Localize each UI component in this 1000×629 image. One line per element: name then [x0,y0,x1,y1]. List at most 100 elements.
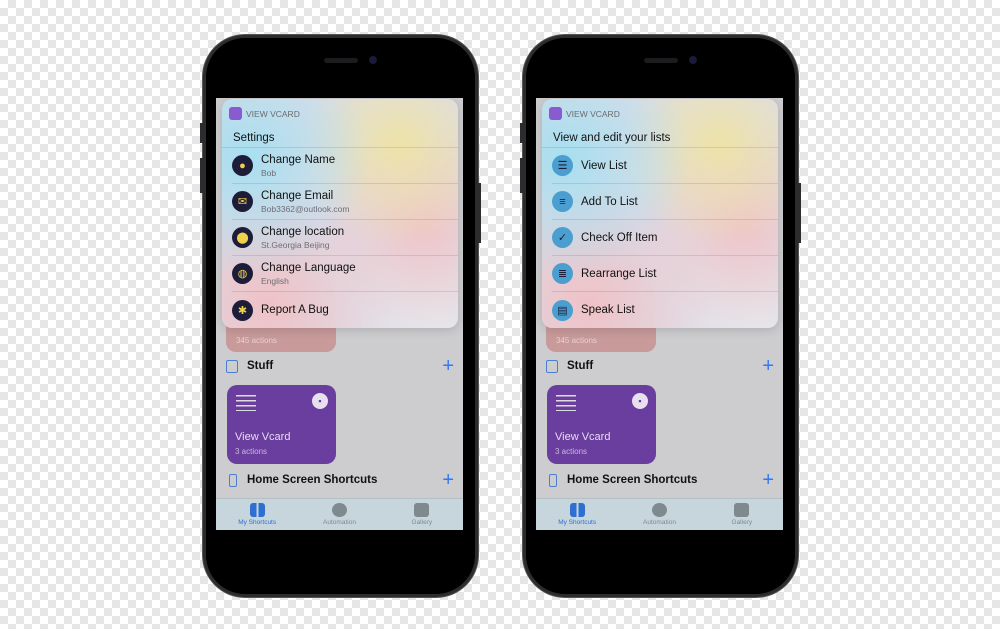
menu-item-change-location[interactable]: ⬤ Change location St.Georgia Beijing [232,220,458,256]
folder-icon [226,359,238,373]
tab-label: Gallery [411,519,433,526]
speaker [644,58,678,63]
tab-my-shortcuts[interactable]: My Shortcuts [536,499,618,530]
menu-item-subtitle: English [261,275,289,286]
phone-icon [229,473,237,487]
reorder-icon: ≣ [552,263,573,284]
menu-item-label: Rearrange List [581,267,657,280]
tab-label: Automation [643,519,676,526]
menu-item-label: Change Name [261,153,336,166]
tab-label: Automation [323,519,356,526]
phone-1: 345 actions Stuff + ▪ View Vcard 3 actio… [200,35,481,597]
speaker [324,58,358,63]
menu-item-speak-list[interactable]: ▤ Speak List [552,292,778,328]
bug-icon: ✱ [232,299,253,321]
app-name: VIEW VCARD [246,108,300,119]
speech-bubble-icon: ▪ [312,393,328,409]
camera [689,56,697,64]
list-add-icon: ≡ [552,191,573,212]
volume-button [520,123,523,143]
shortcut-card-subtitle: 345 actions [236,336,277,345]
grid-icon [249,503,265,517]
clock-icon [331,503,347,517]
list-icon [556,395,576,411]
shortcut-subtitle: 3 actions [555,447,588,456]
menu-item-subtitle: St.Georgia Beijing [261,239,330,250]
menu-title: Settings [233,132,275,144]
menu-item-change-name[interactable]: ● Change Name Bob [232,148,458,184]
layers-icon [734,503,750,517]
list-icon [236,395,256,411]
menu-item-label: Change Language [261,261,356,274]
camera [369,56,377,64]
folder-header: Stuff + [546,356,774,376]
menu-item-change-email[interactable]: ✉ Change Email Bob3362@outlook.com [232,184,458,220]
tab-label: My Shortcuts [558,519,597,526]
menu-item-rearrange-list[interactable]: ≣ Rearrange List [552,256,778,292]
clock-icon [651,503,667,517]
home-screen-header: Home Screen Shortcuts + [546,470,774,490]
add-button[interactable]: + [442,356,454,376]
menu-item-label: Add To List [581,195,638,208]
menu-title: View and edit your lists [553,132,671,144]
shortcut-subtitle: 3 actions [235,447,268,456]
shortcut-title: View Vcard [555,431,611,443]
home-screen-header: Home Screen Shortcuts + [226,470,454,490]
section-label: Home Screen Shortcuts [247,474,378,486]
tab-gallery[interactable]: Gallery [701,499,783,530]
shortcut-menu: VIEW VCARD Settings ● Change Name Bob ✉ … [222,99,458,328]
folder-header: Stuff + [226,356,454,376]
folder-icon [546,359,558,373]
phone-icon [549,473,557,487]
menu-item-subtitle: Bob [261,167,277,178]
shortcut-card-view-vcard[interactable]: ▪ View Vcard 3 actions [547,385,656,464]
app-icon [549,107,562,121]
menu-item-check-off-item[interactable]: ✓ Check Off Item [552,220,778,256]
menu-header: VIEW VCARD Settings [222,99,458,148]
menu-item-subtitle: Bob3362@outlook.com [261,203,350,214]
shortcut-menu: VIEW VCARD View and edit your lists ☰ Vi… [542,99,778,328]
volume-button [520,158,523,193]
menu-item-view-list[interactable]: ☰ View List [552,148,778,184]
folder-label: Stuff [567,360,594,372]
tab-automation[interactable]: Automation [298,499,380,530]
speech-bubble-icon: ▪ [632,393,648,409]
tab-my-shortcuts[interactable]: My Shortcuts [216,499,298,530]
section-label: Home Screen Shortcuts [567,474,698,486]
tab-label: Gallery [731,519,753,526]
menu-item-label: Speak List [581,304,635,316]
envelope-icon: ✉ [232,191,253,212]
tab-automation[interactable]: Automation [618,499,700,530]
app-icon [229,107,242,121]
globe-icon: ◍ [232,263,253,284]
add-button[interactable]: + [442,470,454,490]
menu-item-label: Change Email [261,189,334,202]
grid-icon [569,503,585,517]
tab-gallery[interactable]: Gallery [381,499,463,530]
person-icon: ● [232,155,253,176]
menu-item-report-a-bug[interactable]: ✱ Report A Bug [232,292,458,328]
volume-button [200,158,203,193]
side-button [478,183,481,243]
layers-icon [414,503,430,517]
tab-bar: My Shortcuts Automation Gallery [536,498,783,530]
screen: 345 actions Stuff + ▪ View Vcard 3 actio… [216,98,463,530]
menu-item-change-language[interactable]: ◍ Change Language English [232,256,458,292]
checklist-icon: ✓ [552,227,573,248]
menu-item-add-to-list[interactable]: ≡ Add To List [552,184,778,220]
volume-button [200,123,203,143]
tab-label: My Shortcuts [238,519,277,526]
add-button[interactable]: + [762,356,774,376]
speech-bubble-icon: ▤ [552,299,573,321]
menu-item-label: Change location [261,225,345,238]
list-icon: ☰ [552,155,573,176]
location-pin-icon: ⬤ [232,227,253,248]
shortcut-card-subtitle: 345 actions [556,336,597,345]
menu-item-label: View List [581,159,627,172]
shortcut-title: View Vcard [235,431,291,443]
app-name: VIEW VCARD [566,108,620,119]
menu-item-label: Check Off Item [581,231,658,244]
shortcut-card-view-vcard[interactable]: ▪ View Vcard 3 actions [227,385,336,464]
menu-item-label: Report A Bug [261,304,329,316]
add-button[interactable]: + [762,470,774,490]
